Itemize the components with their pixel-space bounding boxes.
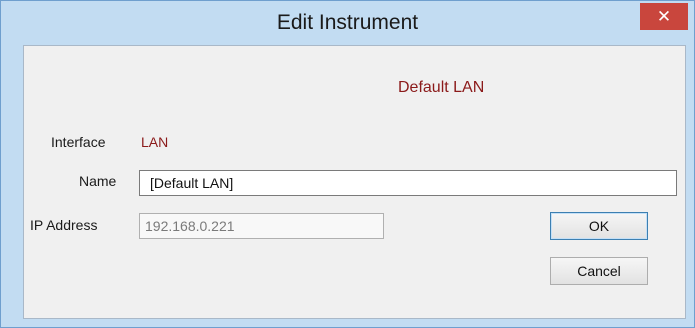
device-heading: Default LAN (398, 79, 485, 96)
dialog-body: Default LAN Interface LAN Name IP Addres… (23, 45, 686, 319)
interface-label: Interface (51, 134, 106, 150)
interface-value: LAN (141, 134, 169, 150)
cancel-button[interactable]: Cancel (550, 257, 648, 285)
ok-button[interactable]: OK (550, 212, 648, 240)
close-button[interactable]: ✕ (640, 3, 688, 30)
ip-address-input (139, 213, 384, 239)
ip-address-label: IP Address (30, 217, 98, 233)
title-bar[interactable]: Edit Instrument ✕ (1, 1, 694, 45)
name-input[interactable] (139, 170, 677, 196)
close-icon: ✕ (656, 6, 672, 26)
edit-instrument-dialog: Edit Instrument ✕ Default LAN Interface … (0, 0, 695, 328)
dialog-title: Edit Instrument (276, 11, 419, 34)
name-label: Name (79, 173, 117, 189)
